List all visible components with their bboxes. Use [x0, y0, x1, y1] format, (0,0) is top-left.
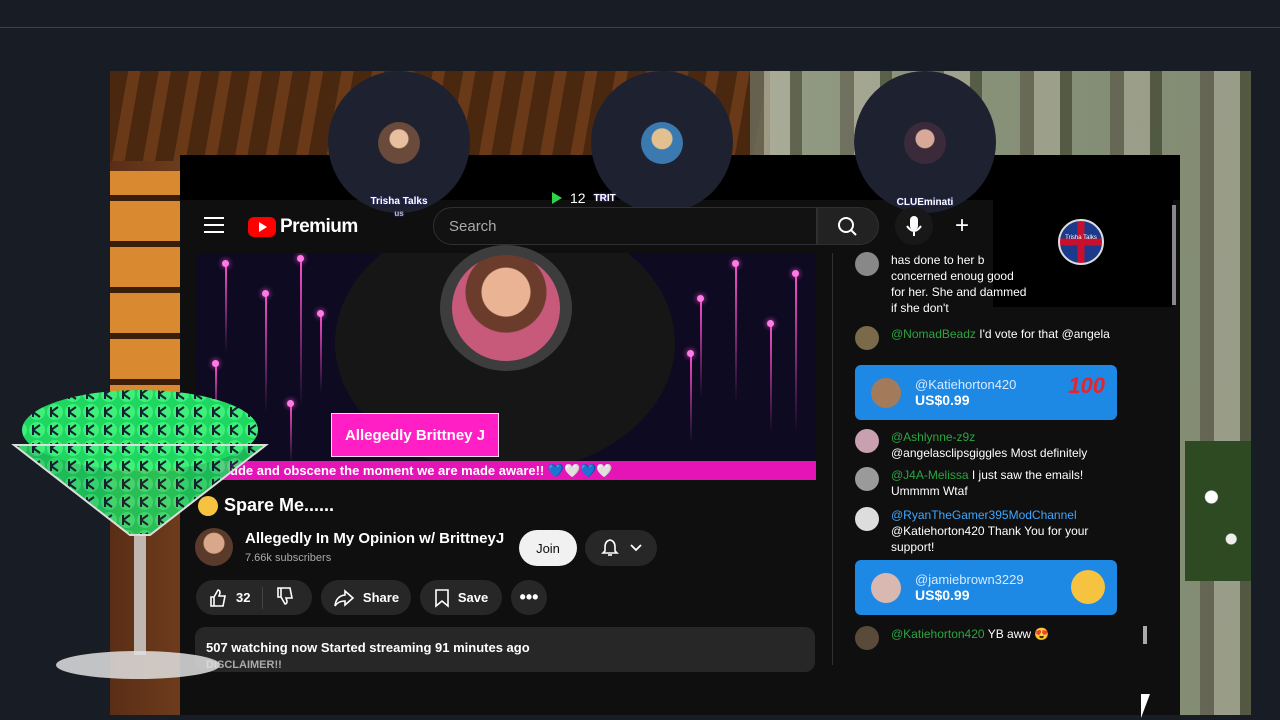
- search-input[interactable]: [434, 208, 816, 244]
- chat-avatar: [855, 326, 879, 350]
- search-button[interactable]: [817, 207, 879, 245]
- search-box[interactable]: [433, 207, 817, 245]
- mouse-cursor-icon: [1141, 694, 1159, 718]
- superchat-avatar: [871, 377, 901, 408]
- chat-scrollbar[interactable]: [1143, 626, 1147, 644]
- microphone-icon: [906, 216, 922, 236]
- chat-author[interactable]: @Ashlynne-z9z: [891, 430, 975, 444]
- thumbs-down-icon: [277, 587, 294, 605]
- chat-message-text: @angelasclipsgiggles Most definitely: [891, 446, 1088, 460]
- grinning-face-icon: [1071, 570, 1105, 604]
- join-button[interactable]: Join: [519, 530, 577, 566]
- overlay-scrollbar[interactable]: [1172, 205, 1176, 305]
- streamer-name-badge: Allegedly Brittney J: [331, 413, 499, 457]
- create-button[interactable]: +: [955, 212, 969, 240]
- chat-avatar: [855, 429, 879, 453]
- superchat-amount: US$0.99: [915, 587, 970, 603]
- participant-name: Trisha Talks: [370, 196, 428, 207]
- bell-icon: [601, 539, 619, 556]
- superchat-author[interactable]: @jamiebrown3229: [915, 572, 1024, 587]
- share-button[interactable]: Share: [321, 580, 411, 615]
- superchat-card: @Katiehorton420 US$0.99 100: [855, 365, 1117, 420]
- top-divider: [0, 27, 1280, 28]
- hundred-sticker-icon: 100: [1068, 373, 1105, 398]
- chat-message: @NomadBeadz I'd vote for that @angela: [855, 326, 1121, 350]
- chat-author[interactable]: @Katiehorton420: [891, 627, 985, 641]
- chat-avatar: [855, 626, 879, 650]
- participant-avatar: [641, 122, 683, 164]
- notification-bell-button[interactable]: [585, 530, 657, 566]
- voice-search-button[interactable]: [895, 207, 933, 245]
- chat-message-text: @Katiehorton420 Thank You for your suppo…: [891, 524, 1089, 554]
- channel-name[interactable]: Allegedly In My Opinion w/ BrittneyJ: [245, 530, 504, 547]
- chat-message-text: I'd vote for that @angela: [979, 327, 1110, 341]
- save-button[interactable]: Save: [420, 580, 502, 615]
- youtube-play-icon: [248, 217, 276, 237]
- chat-message: has done to her b concerned enoug good f…: [855, 252, 1031, 316]
- participant-avatar: [904, 122, 946, 164]
- chat-message: @RyanTheGamer395ModChannel @Katiehorton42…: [855, 507, 1121, 555]
- overlay-badge-label: Trisha Talks: [1065, 235, 1097, 241]
- participant-avatar: [378, 122, 420, 164]
- chat-avatar: [855, 467, 879, 491]
- superchat-avatar: [871, 572, 901, 603]
- more-actions-button[interactable]: •••: [511, 580, 547, 615]
- chat-message: @J4A-Melissa I just saw the emails! Ummm…: [855, 467, 1121, 499]
- participant-name: TRIT: [593, 192, 616, 204]
- share-label: Share: [362, 590, 400, 605]
- chat-message: @Katiehorton420 YB aww 😍: [855, 626, 1121, 650]
- youtube-premium-logo[interactable]: Premium: [248, 216, 358, 238]
- banner-ticker: ude and obscene the moment we are made a…: [220, 461, 816, 480]
- chat-message: @Ashlynne-z9z @angelasclipsgiggles Most d…: [855, 429, 1121, 461]
- chat-avatar: [855, 507, 879, 531]
- live-chat: has done to her b concerned enoug good f…: [835, 246, 1153, 666]
- stream-started: Started streaming 91 minutes ago: [320, 640, 530, 655]
- chat-author[interactable]: @NomadBeadz: [891, 327, 976, 341]
- viewer-count-value: 12: [570, 190, 586, 206]
- viewer-count: 12 TRIT: [552, 190, 616, 206]
- participant-bubble-1[interactable]: Trisha Talks us: [328, 71, 470, 218]
- chat-divider: [832, 253, 833, 665]
- chat-author[interactable]: @J4A-Melissa: [891, 468, 969, 482]
- bookmark-icon: [435, 588, 449, 608]
- save-label: Save: [457, 590, 489, 605]
- chat-message-text: has done to her b concerned enoug good f…: [891, 253, 1027, 315]
- chat-author[interactable]: @RyanTheGamer395ModChannel: [891, 508, 1077, 522]
- superchat-author[interactable]: @Katiehorton420: [915, 377, 1016, 392]
- superchat-amount: US$0.99: [915, 392, 970, 408]
- share-arrow-icon: [334, 588, 355, 607]
- martini-glass-overlay: [11, 390, 269, 679]
- logo-text: Premium: [280, 216, 358, 237]
- superchat-card: @jamiebrown3229 US$0.99: [855, 560, 1117, 615]
- chevron-down-icon: [630, 544, 642, 552]
- description-preview: DISCLAIMER!!: [206, 659, 282, 671]
- streamer-avatar: [440, 245, 572, 371]
- search-icon: [838, 217, 857, 236]
- chat-message-text: YB aww 😍: [987, 627, 1050, 641]
- play-icon: [552, 192, 562, 204]
- dislike-button[interactable]: [263, 586, 307, 609]
- hamburger-menu-icon[interactable]: [204, 217, 224, 233]
- description-box[interactable]: 507 watching now Started streaming 91 mi…: [195, 627, 815, 672]
- participant-bubble-3[interactable]: CLUEminati: [854, 71, 996, 213]
